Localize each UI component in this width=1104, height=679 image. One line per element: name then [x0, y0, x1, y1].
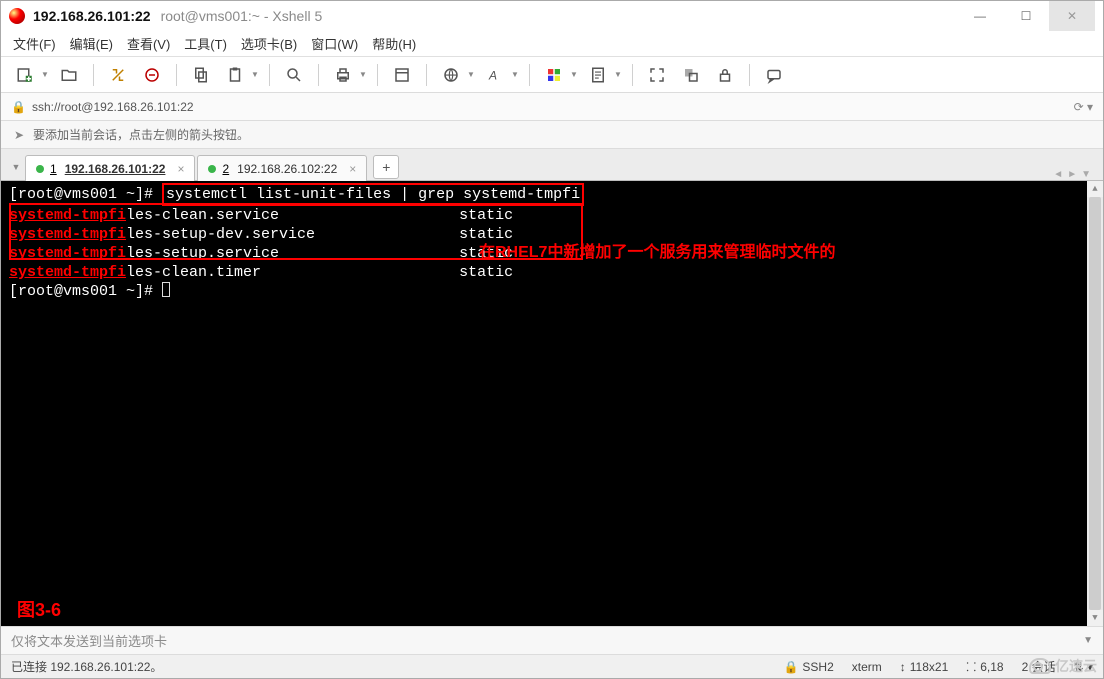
- menu-tools[interactable]: 工具(T): [184, 34, 227, 53]
- app-window: 192.168.26.101:22 root@vms001:~ - Xshell…: [0, 0, 1104, 679]
- find-icon[interactable]: [280, 61, 308, 89]
- address-bar: 🔒 ssh://root@192.168.26.101:22 ⟳ ▾: [1, 93, 1103, 121]
- tab-prev-icon[interactable]: ◄: [1053, 169, 1063, 180]
- send-bar-text: 仅将文本发送到当前选项卡: [11, 631, 167, 650]
- terminal[interactable]: [root@vms001 ~]# systemctl list-unit-fil…: [1, 181, 1103, 626]
- disconnect-icon[interactable]: [138, 61, 166, 89]
- status-size: 118x21: [910, 660, 948, 674]
- hint-text: 要添加当前会话，点击左侧的箭头按钮。: [33, 126, 249, 143]
- open-session-icon[interactable]: [55, 61, 83, 89]
- tab-next-icon[interactable]: ►: [1067, 169, 1077, 180]
- terminal-scrollbar[interactable]: ▲ ▼: [1087, 181, 1103, 626]
- title-sub: root@vms001:~ - Xshell 5: [161, 8, 323, 24]
- dropdown-icon[interactable]: ▼: [41, 70, 49, 79]
- menu-file[interactable]: 文件(F): [13, 34, 56, 53]
- tab-label: 192.168.26.101:22: [65, 162, 166, 176]
- separator: [318, 64, 319, 86]
- separator: [749, 64, 750, 86]
- status-bar: 已连接 192.168.26.101:22。 🔒SSH2 xterm ↕ 118…: [1, 654, 1103, 678]
- titlebar: 192.168.26.101:22 root@vms001:~ - Xshell…: [1, 1, 1103, 31]
- address-text[interactable]: ssh://root@192.168.26.101:22: [32, 100, 194, 114]
- dropdown-icon[interactable]: ▼: [251, 70, 259, 79]
- separator: [632, 64, 633, 86]
- dropdown-icon[interactable]: ▼: [467, 70, 475, 79]
- app-icon: [9, 8, 25, 24]
- reload-icon[interactable]: ⟳ ▾: [1074, 100, 1093, 114]
- tab-close-icon[interactable]: ×: [349, 162, 356, 176]
- copy-icon[interactable]: [187, 61, 215, 89]
- lock-icon: 🔒: [783, 660, 798, 674]
- tab-number: 2: [222, 162, 229, 176]
- separator: [426, 64, 427, 86]
- fullscreen-icon[interactable]: [643, 61, 671, 89]
- help-icon[interactable]: [760, 61, 788, 89]
- status-dot-icon: [36, 165, 44, 173]
- reconnect-icon[interactable]: [104, 61, 132, 89]
- title-main: 192.168.26.101:22: [33, 8, 151, 24]
- tab-close-icon[interactable]: ×: [177, 162, 184, 176]
- menu-window[interactable]: 窗口(W): [311, 34, 358, 53]
- toolbar: ▼ ▼ ▼ ▼ A ▼ ▼ ▼: [1, 57, 1103, 93]
- menubar: 文件(F) 编辑(E) 查看(V) 工具(T) 选项卡(B) 窗口(W) 帮助(…: [1, 31, 1103, 57]
- send-bar[interactable]: 仅将文本发送到当前选项卡 ▼: [1, 626, 1103, 654]
- color-icon[interactable]: [540, 61, 568, 89]
- scroll-down-icon[interactable]: ▼: [1087, 610, 1103, 626]
- figure-label: 图3-6: [17, 601, 61, 620]
- tab-label: 192.168.26.102:22: [237, 162, 337, 176]
- send-bar-dropdown-icon[interactable]: ▼: [1083, 635, 1093, 646]
- separator: [176, 64, 177, 86]
- lock-icon: 🔒: [11, 100, 26, 114]
- tab-list-icon[interactable]: ▼: [1081, 169, 1091, 180]
- dropdown-icon[interactable]: ▼: [511, 70, 519, 79]
- transparency-icon[interactable]: [677, 61, 705, 89]
- separator: [269, 64, 270, 86]
- font-icon[interactable]: A: [481, 61, 509, 89]
- minimize-button[interactable]: —: [957, 1, 1003, 31]
- tab-nav: ◄ ► ▼: [1053, 169, 1097, 180]
- lock-icon[interactable]: [711, 61, 739, 89]
- maximize-button[interactable]: ☐: [1003, 1, 1049, 31]
- status-proto: SSH2: [802, 660, 833, 674]
- status-term: xterm: [852, 660, 882, 674]
- menu-view[interactable]: 查看(V): [127, 34, 170, 53]
- menu-help[interactable]: 帮助(H): [372, 34, 416, 53]
- tab-1[interactable]: 1 192.168.26.101:22 ×: [25, 155, 195, 181]
- svg-text:A: A: [488, 68, 497, 82]
- dropdown-icon[interactable]: ▼: [614, 70, 622, 79]
- sessions-menu-icon[interactable]: ▼: [7, 154, 25, 180]
- separator: [377, 64, 378, 86]
- tab-number: 1: [50, 162, 57, 176]
- globe-icon[interactable]: [437, 61, 465, 89]
- close-button[interactable]: ✕: [1049, 1, 1095, 31]
- separator: [93, 64, 94, 86]
- add-session-arrow-icon[interactable]: ➤: [11, 127, 27, 143]
- status-sessions: 2 会话: [1022, 658, 1056, 675]
- tab-2[interactable]: 2 192.168.26.102:22 ×: [197, 155, 367, 181]
- print-icon[interactable]: [329, 61, 357, 89]
- script-icon[interactable]: [584, 61, 612, 89]
- properties-icon[interactable]: [388, 61, 416, 89]
- status-pos: 6,18: [980, 660, 1003, 674]
- scroll-thumb[interactable]: [1089, 197, 1101, 610]
- dropdown-icon[interactable]: ▼: [570, 70, 578, 79]
- tab-add-button[interactable]: +: [373, 155, 399, 179]
- status-connection: 已连接 192.168.26.101:22。: [11, 658, 162, 675]
- paste-icon[interactable]: [221, 61, 249, 89]
- annotation-text: 在RHEL7中新增加了一个服务用来管理临时文件的: [479, 243, 835, 262]
- new-session-icon[interactable]: [11, 61, 39, 89]
- separator: [529, 64, 530, 86]
- scroll-up-icon[interactable]: ▲: [1087, 181, 1103, 197]
- menu-tabs[interactable]: 选项卡(B): [241, 34, 297, 53]
- dropdown-icon[interactable]: ▼: [359, 70, 367, 79]
- tab-bar: ▼ 1 192.168.26.101:22 × 2 192.168.26.102…: [1, 149, 1103, 181]
- status-dot-icon: [208, 165, 216, 173]
- hint-bar: ➤ 要添加当前会话，点击左侧的箭头按钮。: [1, 121, 1103, 149]
- menu-edit[interactable]: 编辑(E): [70, 34, 113, 53]
